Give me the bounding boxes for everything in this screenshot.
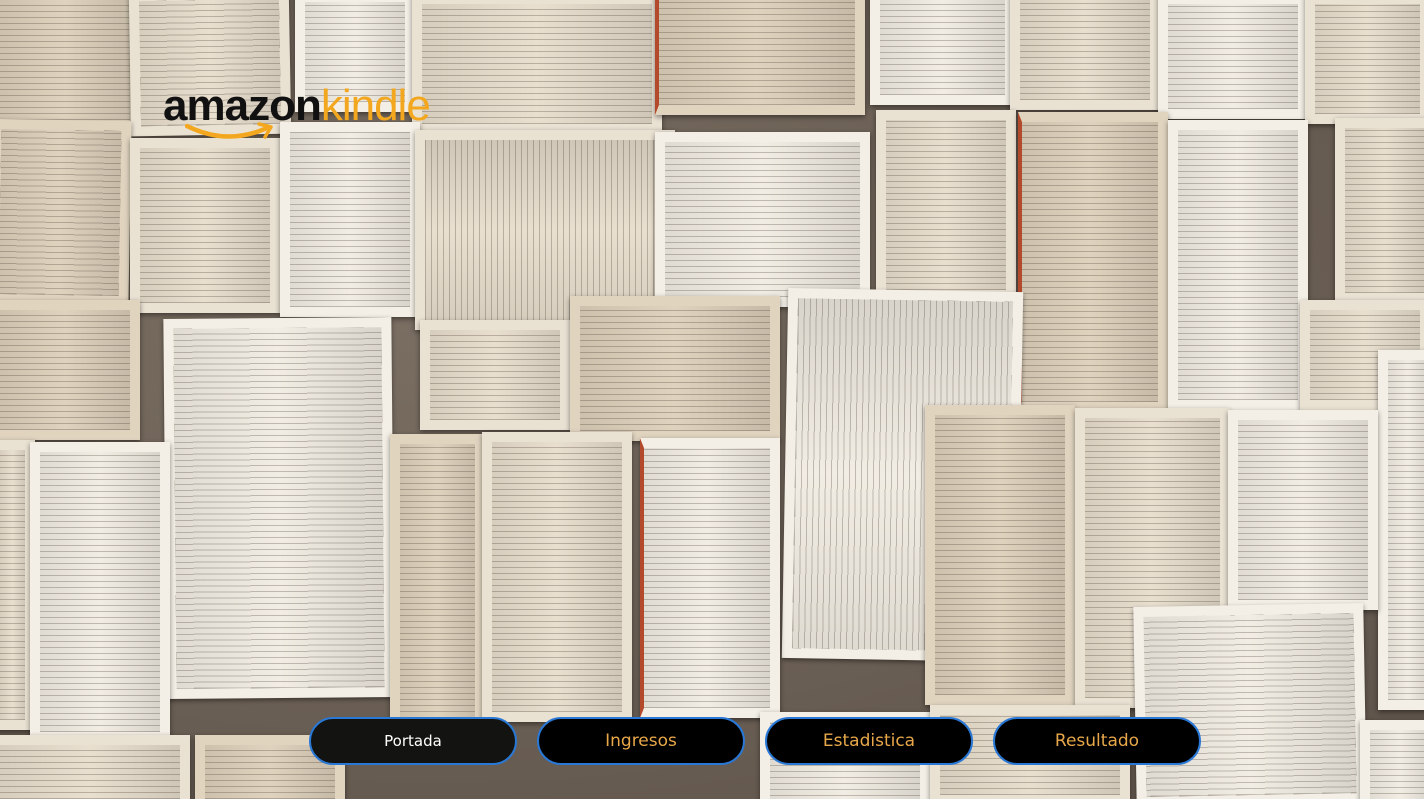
logo-kindle-wordmark: kindle <box>320 81 431 130</box>
nav-button-ingresos[interactable]: Ingresos <box>537 717 745 765</box>
amazon-smile-icon <box>185 122 273 139</box>
nav-button-estadistica[interactable]: Estadistica <box>765 717 973 765</box>
nav-button-resultado[interactable]: Resultado <box>993 717 1201 765</box>
main-navigation: Portada Ingresos Estadistica Resultado <box>309 717 1202 767</box>
nav-button-portada[interactable]: Portada <box>309 717 517 765</box>
